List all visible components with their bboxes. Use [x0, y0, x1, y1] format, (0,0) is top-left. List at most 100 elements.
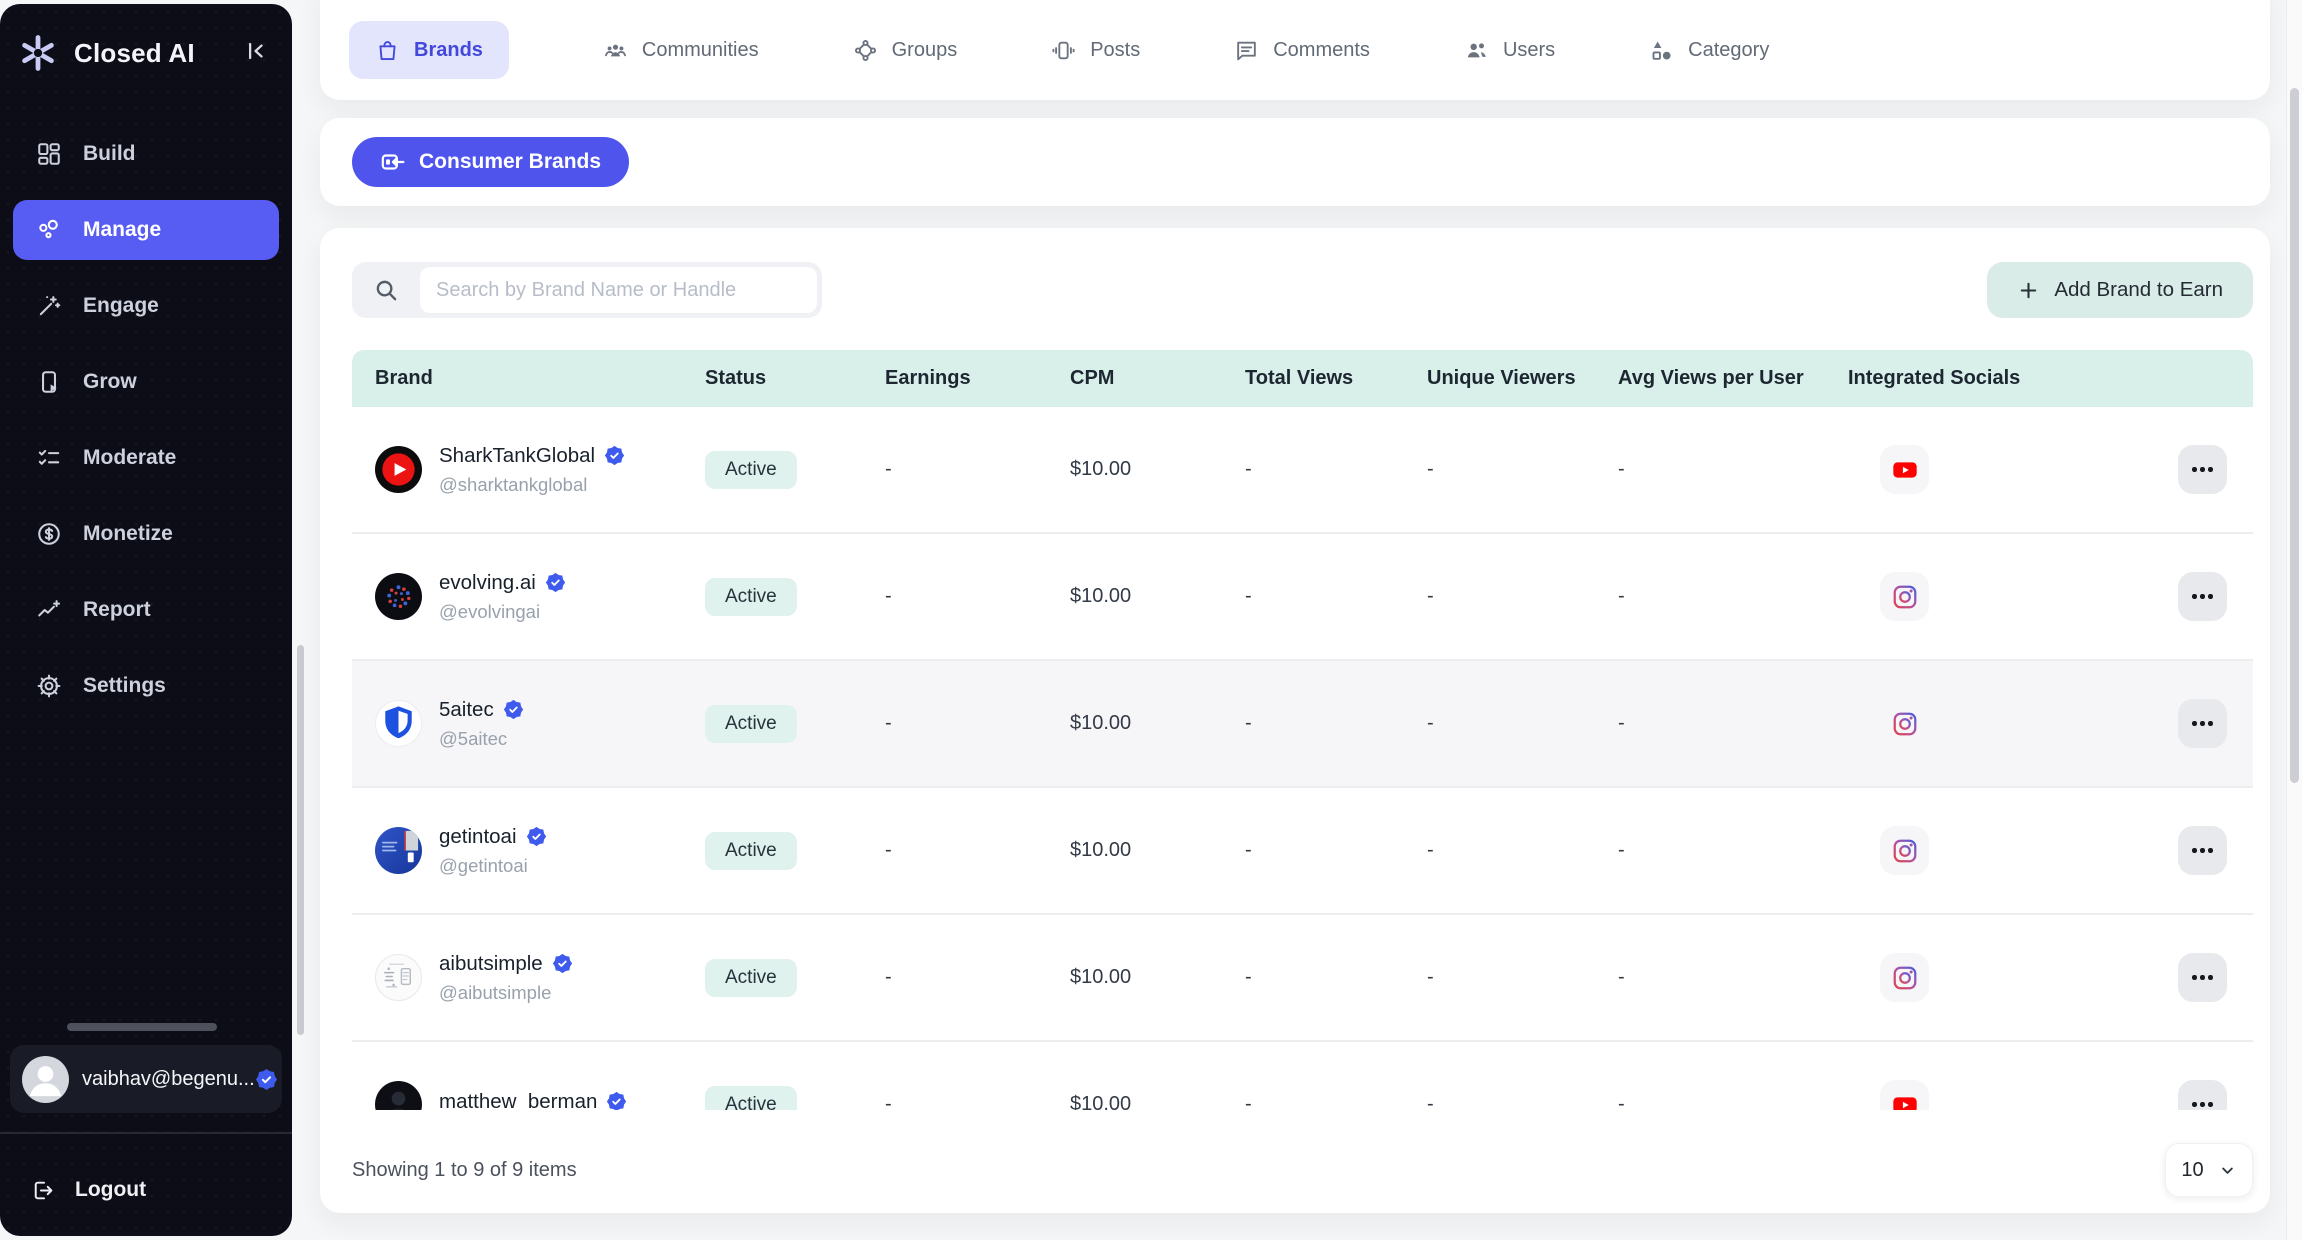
sidebar-item-build[interactable]: Build — [13, 124, 279, 184]
instagram-social-chip[interactable] — [1880, 699, 1929, 748]
brand-cell: aibutsimple @aibutsimple — [352, 952, 705, 1004]
table-header: Brand Status Earnings CPM Total Views Un… — [352, 350, 2253, 407]
instagram-social-chip[interactable] — [1880, 572, 1929, 621]
unique-viewers-value: - — [1427, 712, 1618, 735]
instagram-icon — [1891, 710, 1919, 738]
people-group-icon — [603, 38, 628, 63]
instagram-social-chip[interactable] — [1880, 826, 1929, 875]
chevron-down-icon — [2218, 1161, 2237, 1180]
table-row[interactable]: matthew_berman Active - $10.00 - - - — [352, 1042, 2253, 1110]
verified-badge-icon — [545, 572, 566, 593]
avg-views-value: - — [1618, 712, 1848, 735]
status-badge: Active — [705, 1086, 797, 1111]
status-badge: Active — [705, 705, 797, 743]
sidebar-item-settings[interactable]: Settings — [13, 656, 279, 716]
collapse-sidebar-button[interactable] — [242, 38, 272, 68]
sidebar-scrollbar[interactable] — [297, 645, 304, 1035]
tab-label: Communities — [642, 39, 759, 62]
tab-comments[interactable]: Comments — [1234, 38, 1370, 63]
avg-views-value: - — [1618, 966, 1848, 989]
tab-brands[interactable]: Brands — [349, 21, 509, 79]
sidebar-item-label: Moderate — [83, 446, 176, 470]
brand-name: evolving.ai — [439, 571, 536, 595]
page-scrollbar-thumb[interactable] — [2290, 88, 2299, 783]
sidebar-item-engage[interactable]: Engage — [13, 276, 279, 336]
phone-vibrate-icon — [1051, 38, 1076, 63]
status-badge: Active — [705, 959, 797, 997]
row-actions-button[interactable] — [2178, 699, 2227, 748]
search-input[interactable] — [420, 279, 817, 302]
search-icon — [373, 277, 399, 303]
cpm-value: $10.00 — [1070, 839, 1245, 862]
table-row[interactable]: getintoai @getintoai Active - $10.00 - -… — [352, 788, 2253, 915]
users-icon — [1464, 38, 1489, 63]
tab-label: Comments — [1273, 39, 1370, 62]
table-row[interactable]: evolving.ai @evolvingai Active - $10.00 … — [352, 534, 2253, 661]
tab-communities[interactable]: Communities — [603, 38, 759, 63]
sidebar-item-report[interactable]: Report — [13, 580, 279, 640]
row-actions-button[interactable] — [2178, 445, 2227, 494]
tab-groups[interactable]: Groups — [853, 38, 958, 63]
sidebar-item-manage[interactable]: Manage — [13, 200, 279, 260]
screen: Closed AI Build Manage Engage Grow Moderate M… — [0, 0, 2302, 1240]
sidebar-scroll-indicator[interactable] — [67, 1023, 217, 1031]
brand-cell: matthew_berman — [352, 1081, 705, 1110]
app-title: Closed AI — [74, 38, 195, 69]
collapse-left-icon — [242, 38, 268, 64]
verified-badge-icon — [503, 699, 524, 720]
brand-avatar — [375, 446, 422, 493]
earnings-value: - — [885, 585, 1070, 608]
user-card[interactable]: vaibhav@begenu... — [10, 1045, 282, 1113]
sidebar-item-moderate[interactable]: Moderate — [13, 428, 279, 488]
logout-icon — [30, 1178, 55, 1203]
youtube-social-chip[interactable] — [1880, 1080, 1929, 1110]
phone-play-icon — [36, 369, 62, 395]
row-actions-button[interactable] — [2178, 953, 2227, 1002]
avatar-sketch-icon — [375, 954, 422, 1001]
sidebar-item-monetize[interactable]: Monetize — [13, 504, 279, 564]
brand-avatar — [375, 1081, 422, 1110]
status-badge: Active — [705, 832, 797, 870]
column-header-integrated-socials: Integrated Socials — [1848, 367, 2088, 390]
avatar-dot-burst-icon — [375, 573, 422, 620]
verified-badge-icon — [526, 826, 547, 847]
cpm-value: $10.00 — [1070, 458, 1245, 481]
brand-cell: SharkTankGlobal @sharktankglobal — [352, 444, 705, 496]
unique-viewers-value: - — [1427, 839, 1618, 862]
tab-posts[interactable]: Posts — [1051, 38, 1140, 63]
brand-name: matthew_berman — [439, 1090, 597, 1111]
row-actions-button[interactable] — [2178, 1080, 2227, 1110]
user-avatar — [22, 1056, 69, 1103]
row-actions-button[interactable] — [2178, 572, 2227, 621]
table-row[interactable]: 5aitec @5aitec Active - $10.00 - - - — [352, 661, 2253, 788]
avatar-blue-shield-icon — [375, 700, 422, 747]
logout-button[interactable]: Logout — [0, 1164, 292, 1216]
table-row[interactable]: SharkTankGlobal @sharktankglobal Active … — [352, 407, 2253, 534]
filter-card: Consumer Brands — [320, 118, 2270, 206]
consumer-brands-label: Consumer Brands — [419, 150, 601, 174]
page-size-select[interactable]: 10 — [2165, 1143, 2253, 1197]
row-actions-button[interactable] — [2178, 826, 2227, 875]
verified-badge-icon — [606, 1091, 627, 1110]
tab-category[interactable]: Category — [1649, 38, 1769, 63]
sidebar-item-grow[interactable]: Grow — [13, 352, 279, 412]
search-icon-zone — [352, 277, 420, 303]
table-row[interactable]: aibutsimple @aibutsimple Active - $10.00… — [352, 915, 2253, 1042]
youtube-social-chip[interactable] — [1880, 445, 1929, 494]
verified-badge-icon — [552, 953, 573, 974]
tab-users[interactable]: Users — [1464, 38, 1555, 63]
earnings-value: - — [885, 966, 1070, 989]
earnings-value: - — [885, 712, 1070, 735]
consumer-brands-button[interactable]: Consumer Brands — [352, 137, 629, 187]
total-views-value: - — [1245, 712, 1427, 735]
sidebar-nav: Build Manage Engage Grow Moderate Monetize Rep… — [0, 124, 292, 716]
instagram-social-chip[interactable] — [1880, 953, 1929, 1002]
nodes-icon — [36, 217, 62, 243]
sidebar-item-label: Manage — [83, 218, 161, 242]
add-brand-button[interactable]: Add Brand to Earn — [1987, 262, 2253, 318]
plus-icon — [2017, 279, 2040, 302]
brand-cell: getintoai @getintoai — [352, 825, 705, 877]
tab-label: Category — [1688, 39, 1769, 62]
brand-avatar — [375, 573, 422, 620]
page-scrollbar[interactable] — [2286, 0, 2302, 1240]
